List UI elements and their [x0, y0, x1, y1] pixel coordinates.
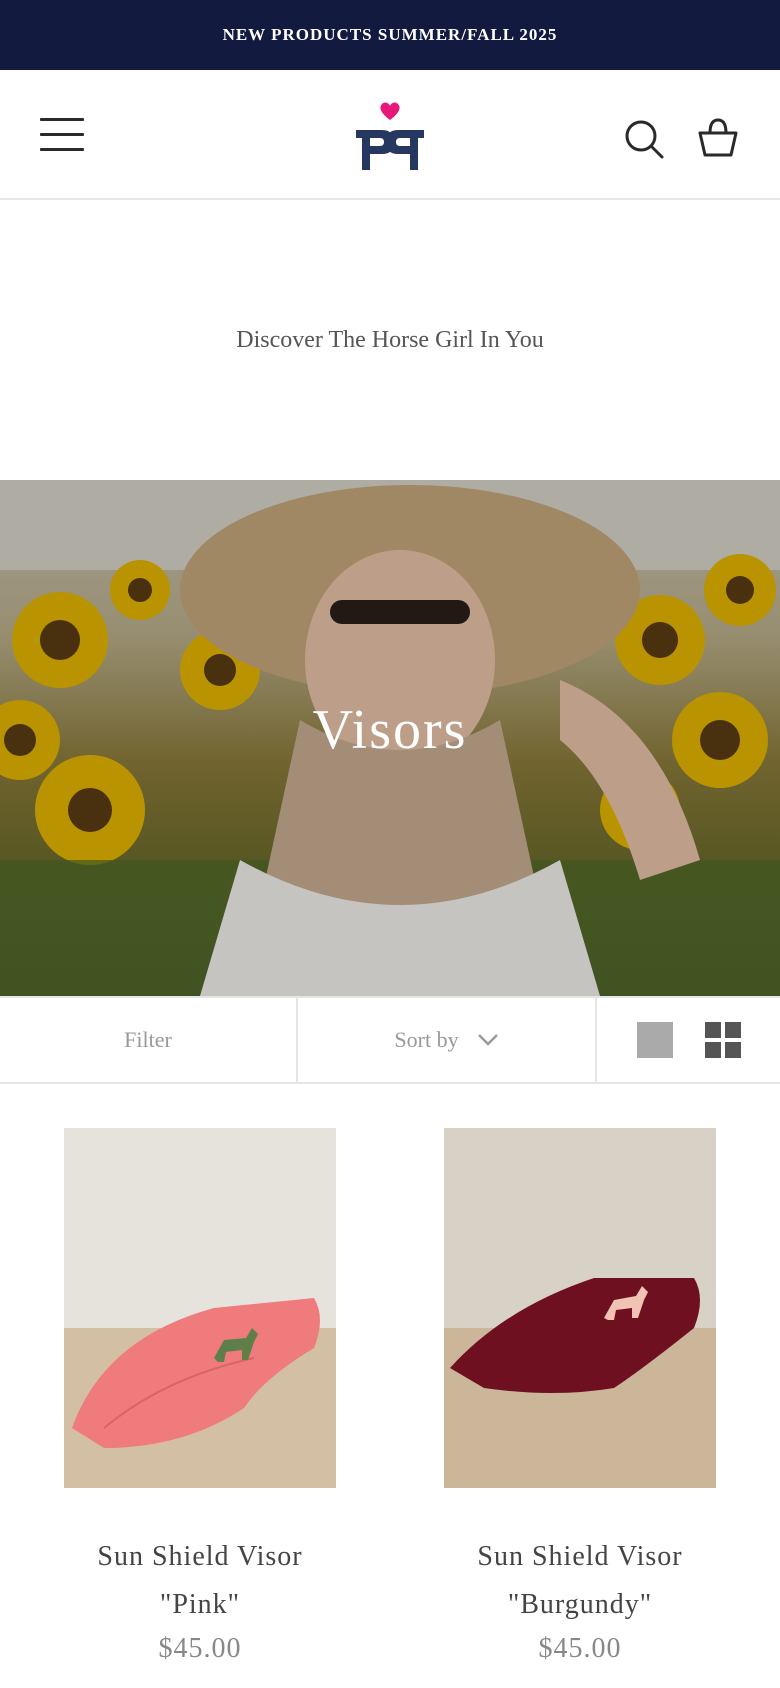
product-image[interactable]	[64, 1128, 336, 1488]
product-image[interactable]	[444, 1128, 716, 1488]
grid-view-icon[interactable]	[704, 1022, 741, 1058]
announcement-bar: NEW PRODUCTS SUMMER/FALL 2025	[0, 0, 780, 70]
search-icon[interactable]	[624, 119, 664, 159]
collection-hero-banner: Visors	[0, 480, 780, 996]
filter-button[interactable]: Filter	[0, 998, 298, 1082]
sort-by-dropdown[interactable]: Sort by	[298, 998, 597, 1082]
product-price: $45.00	[538, 1633, 622, 1664]
product-price: $45.00	[158, 1633, 242, 1664]
heart-icon	[380, 102, 400, 120]
hamburger-menu-icon[interactable]	[40, 118, 84, 152]
collection-tagline: Discover The Horse Girl In You	[236, 326, 544, 353]
site-header	[0, 70, 780, 200]
product-title[interactable]: Sun Shield Visor "Pink"	[64, 1533, 336, 1629]
product-grid: Sun Shield Visor "Pink" $45.00 Sun Shiel…	[0, 1084, 780, 1665]
product-card[interactable]: Sun Shield Visor "Pink" $45.00	[64, 1128, 336, 1665]
chevron-down-icon	[477, 1034, 498, 1046]
view-toggle	[597, 998, 780, 1082]
single-column-view-icon[interactable]	[636, 1022, 673, 1058]
brand-logo[interactable]	[352, 100, 428, 174]
collection-toolbar: Filter Sort by	[0, 996, 780, 1084]
collection-title: Visors	[312, 699, 468, 761]
announcement-text: NEW PRODUCTS SUMMER/FALL 2025	[222, 25, 558, 44]
product-title[interactable]: Sun Shield Visor "Burgundy"	[444, 1533, 716, 1629]
shopping-bag-icon[interactable]	[696, 115, 740, 159]
product-card[interactable]: Sun Shield Visor "Burgundy" $45.00	[444, 1128, 716, 1665]
